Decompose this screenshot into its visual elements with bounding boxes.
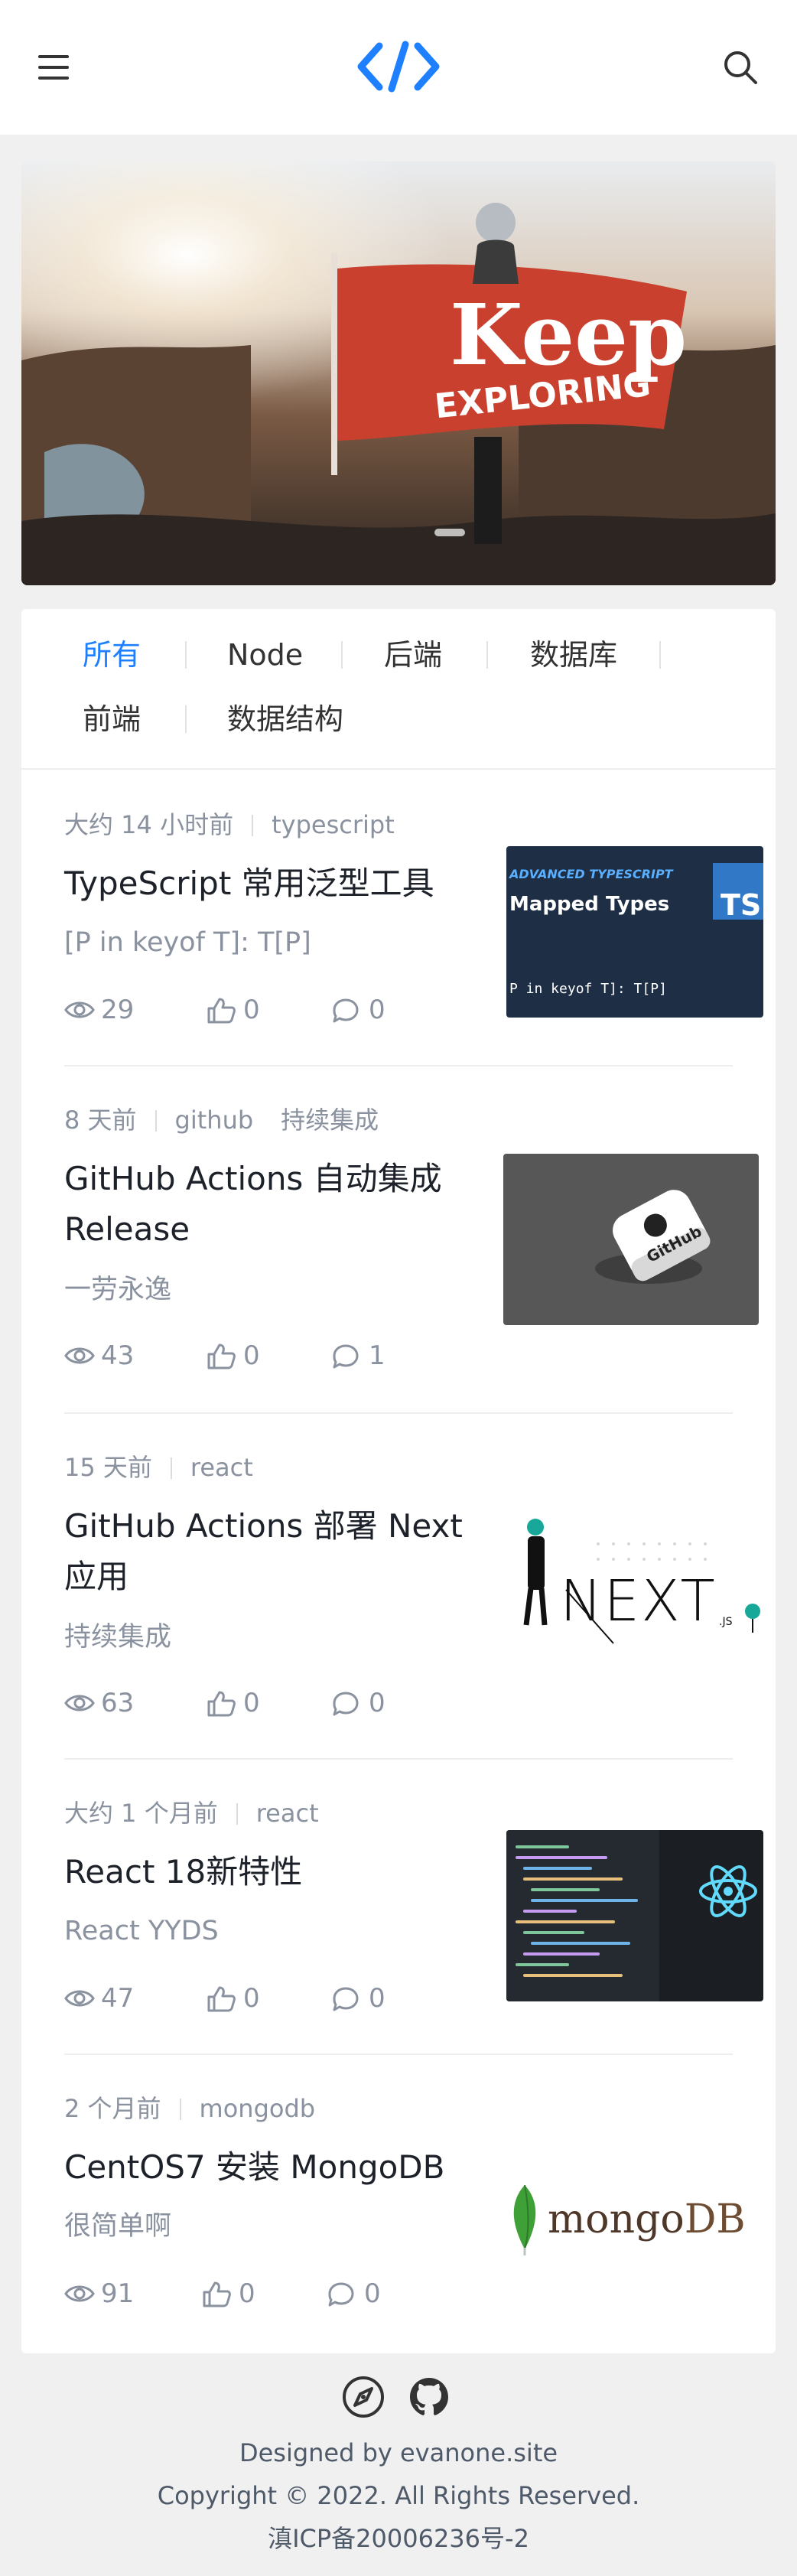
svg-text:Mapped Types: Mapped Types [509, 893, 669, 916]
article-stats: 43 0 1 [64, 1339, 447, 1373]
article-tag[interactable]: 持续集成 [281, 1106, 379, 1135]
article-thumbnail[interactable]: mongoDB [506, 2125, 763, 2297]
article-meta: 8 天前 github 持续集成 [64, 1105, 406, 1135]
svg-text:mongoDB: mongoDB [548, 2197, 746, 2242]
search-icon[interactable] [722, 49, 759, 86]
thumbs-up-icon [207, 1343, 236, 1369]
article-list-card: 所有 Node 后端 数据库 前端 数据结构 大约 14 小时前 typescri… [21, 609, 776, 2353]
thumbs-up-icon [203, 2281, 231, 2307]
thumbs-up-icon [207, 1986, 236, 2012]
article-tag[interactable]: typescript [272, 810, 395, 839]
category-tabs: 所有 Node 后端 数据库 前端 数据结构 [21, 609, 776, 770]
article-title[interactable]: React 18新特性 [64, 1847, 477, 1897]
code-brackets-icon[interactable] [356, 40, 441, 93]
tab-database[interactable]: 数据库 [530, 638, 617, 672]
tab-divider [185, 641, 187, 669]
article-time: 大约 1 个月前 [64, 1799, 218, 1828]
article-thumbnail[interactable]: NEXT .JS [506, 1498, 765, 1669]
comment-icon [333, 1692, 359, 1716]
article-brief: 一劳永逸 [64, 1275, 172, 1305]
eye-icon [64, 2285, 95, 2302]
article-brief: 很简单啊 [64, 2211, 172, 2242]
article-meta: 2 个月前 mongodb [64, 2093, 343, 2124]
article-brief: React YYDS [64, 1916, 219, 1946]
article-thumbnail[interactable]: GitHub [503, 1154, 759, 1325]
hero-banner-image[interactable]: Keep EXPLORING [21, 161, 776, 585]
article-stats: 47 0 0 [64, 1982, 447, 2015]
tab-frontend[interactable]: 前端 [83, 702, 141, 736]
comment-icon [333, 1344, 359, 1369]
tab-node[interactable]: Node [227, 638, 303, 672]
article-title[interactable]: CentOS7 安装 MongoDB [64, 2142, 477, 2193]
article-tag[interactable]: github [175, 1106, 254, 1135]
tab-all[interactable]: 所有 [83, 638, 141, 672]
top-navbar [0, 0, 797, 135]
thumbs-up-icon [207, 998, 236, 1024]
svg-text:TS: TS [721, 888, 761, 922]
article-time: 15 天前 [64, 1453, 152, 1482]
article-item[interactable]: 8 天前 github 持续集成 GitHub Actions 自动集成 Relea… [64, 1067, 759, 1414]
tab-divider [185, 705, 187, 733]
compass-icon[interactable] [341, 2375, 385, 2419]
article-title[interactable]: GitHub Actions 部署 Next 应用 [64, 1501, 477, 1602]
article-item[interactable]: 15 天前 react GitHub Actions 部署 Next 应用 持续集… [64, 1414, 765, 1760]
article-stats: 63 0 0 [64, 1686, 447, 1720]
svg-text:.JS: .JS [719, 1616, 733, 1628]
article-meta: 大约 1 个月前 react [64, 1798, 346, 1829]
github-icon[interactable] [407, 2375, 451, 2419]
hamburger-menu-icon[interactable] [38, 54, 69, 81]
article-item[interactable]: 2 个月前 mongodb CentOS7 安装 MongoDB 很简单啊 91 … [64, 2055, 763, 2352]
tab-backend[interactable]: 后端 [384, 638, 442, 672]
tab-divider [341, 641, 343, 669]
footer-copyright: Copyright © 2022. All Rights Reserved. [157, 2481, 640, 2510]
eye-icon [64, 1347, 95, 1364]
article-stats: 29 0 0 [64, 993, 447, 1027]
eye-icon [64, 1695, 95, 1711]
tab-divider [486, 641, 488, 669]
comment-icon [333, 1987, 359, 2011]
article-item[interactable]: 大约 1 个月前 react React 18新特性 React YYDS 47 … [64, 1760, 763, 2055]
article-thumbnail[interactable]: ADVANCED TYPESCRIPT Mapped Types TS P in… [506, 846, 763, 1018]
tab-data-structure[interactable]: 数据结构 [227, 702, 343, 736]
thumbs-up-icon [207, 1691, 236, 1717]
article-item[interactable]: 大约 14 小时前 typescript TypeScript 常用泛型工具 [P… [64, 771, 763, 1067]
article-brief: [P in keyof T]: T[P] [64, 927, 311, 958]
article-thumbnail[interactable] [506, 1830, 763, 2001]
article-title[interactable]: GitHub Actions 自动集成 Release [64, 1154, 477, 1255]
article-tag[interactable]: react [190, 1453, 253, 1482]
article-title[interactable]: TypeScript 常用泛型工具 [64, 858, 477, 909]
svg-text:NEXT: NEXT [560, 1568, 717, 1634]
flag-text-keep: Keep [450, 285, 687, 384]
article-brief: 持续集成 [64, 1622, 172, 1653]
comment-icon [333, 998, 359, 1023]
eye-icon [64, 1990, 95, 2007]
article-tag[interactable]: mongodb [200, 2094, 316, 2123]
footer-icons [341, 2375, 456, 2421]
svg-text:ADVANCED TYPESCRIPT: ADVANCED TYPESCRIPT [508, 867, 674, 881]
article-time: 2 个月前 [64, 2094, 161, 2123]
page-footer: Designed by evanone.site Copyright © 202… [0, 2353, 797, 2576]
article-meta: 15 天前 react [64, 1452, 281, 1483]
svg-text:P in keyof T]: T[P]: P in keyof T]: T[P] [509, 981, 667, 997]
footer-designed-by: Designed by evanone.site [239, 2438, 558, 2467]
article-tag[interactable]: react [256, 1799, 319, 1828]
footer-icp-link[interactable]: 滇ICP备20006236号-2 [0, 2523, 797, 2554]
eye-icon [64, 1001, 95, 1018]
tab-divider [659, 641, 661, 669]
article-time: 8 天前 [64, 1106, 137, 1135]
article-meta: 大约 14 小时前 typescript [64, 809, 422, 840]
comment-icon [328, 2282, 354, 2307]
article-stats: 91 0 0 [64, 2277, 447, 2311]
article-time: 大约 14 小时前 [64, 810, 234, 839]
